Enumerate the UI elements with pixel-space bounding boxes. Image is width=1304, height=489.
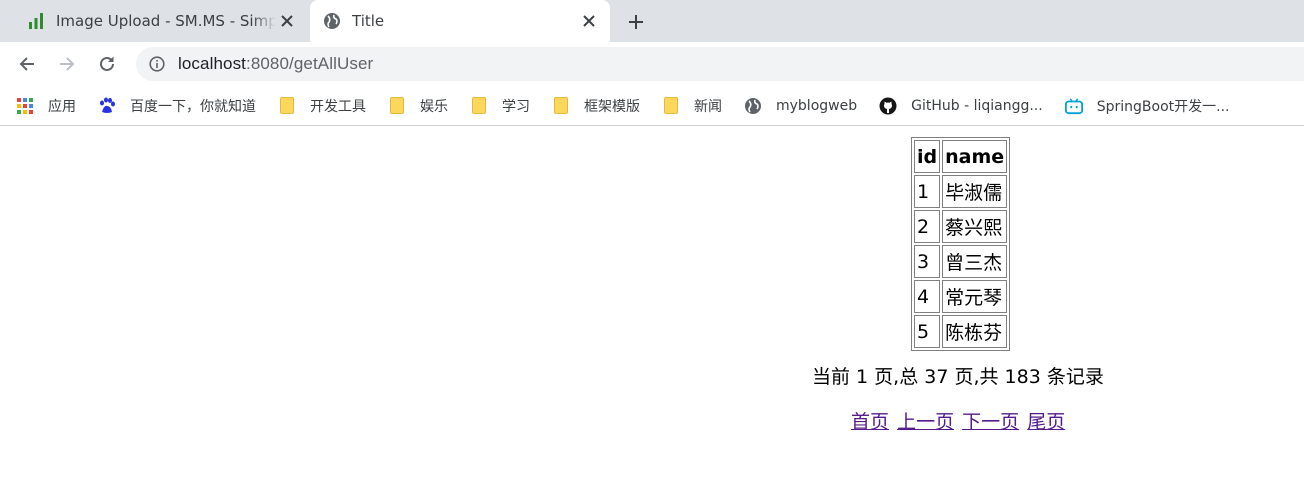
previous-page-link[interactable]: 上一页 (897, 411, 954, 433)
url-text: localhost:8080/getAllUser (178, 54, 373, 74)
cell-name: 蔡兴熙 (942, 210, 1008, 243)
github-icon (879, 97, 897, 115)
globe-icon (744, 97, 762, 115)
close-tab-icon[interactable] (578, 10, 600, 32)
table-row: 4 常元琴 (914, 280, 1008, 313)
bookmark-folder-entertainment[interactable]: 娱乐 (388, 96, 448, 116)
bookmark-folder-templates[interactable]: 框架模版 (552, 96, 640, 116)
baidu-paw-icon (98, 97, 116, 115)
bookmark-label: GitHub - liqiangg... (911, 97, 1043, 114)
cell-name: 陈栋芬 (942, 315, 1008, 348)
first-page-link[interactable]: 首页 (851, 411, 889, 433)
address-bar[interactable]: localhost:8080/getAllUser (136, 47, 1304, 81)
bookmark-folder-study[interactable]: 学习 (470, 96, 530, 116)
tab-title-page[interactable]: Title (310, 0, 610, 42)
cell-id: 4 (914, 280, 941, 313)
bookmarks-bar: 应用 百度一下，你就知道 开发工具 娱乐 学习 框架模版 新闻 myblogwe… (0, 86, 1304, 126)
users-table: id name 1 毕淑儒 2 蔡兴熙 3 曾三杰 4 常元琴 5 陈栋芬 (911, 137, 1011, 351)
cell-id: 2 (914, 210, 941, 243)
table-row: 5 陈栋芬 (914, 315, 1008, 348)
browser-toolbar: localhost:8080/getAllUser (0, 42, 1304, 86)
bookmark-bilibili[interactable]: SpringBoot开发一... (1064, 96, 1230, 116)
bookmark-folder-news[interactable]: 新闻 (662, 96, 722, 116)
reload-icon (100, 56, 114, 71)
arrow-right-icon (60, 57, 75, 71)
bookmark-label: 框架模版 (584, 98, 640, 115)
cell-id: 5 (914, 315, 941, 348)
url-path: :8080/getAllUser (246, 54, 374, 73)
apps-grid-icon (16, 97, 34, 115)
column-header-id: id (914, 140, 941, 173)
cell-id: 3 (914, 245, 941, 278)
last-page-link[interactable]: 尾页 (1027, 411, 1065, 433)
table-header-row: id name (914, 140, 1008, 173)
folder-icon (470, 97, 488, 115)
tab-image-upload[interactable]: Image Upload - SM.MS - Simple Free Image… (14, 0, 308, 42)
plus-icon (629, 15, 643, 29)
column-header-name: name (942, 140, 1008, 173)
table-row: 2 蔡兴熙 (914, 210, 1008, 243)
bookmark-github[interactable]: GitHub - liqiangg... (879, 97, 1043, 115)
pagination-links: 首页 上一页 下一页 尾页 (851, 407, 1067, 434)
bar-chart-icon (26, 11, 46, 31)
bookmark-label: 学习 (502, 98, 530, 115)
arrow-left-icon (19, 57, 34, 71)
bilibili-icon (1064, 97, 1083, 115)
pagination-summary: 当前 1 页,总 37 页,共 183 条记录 (812, 366, 1104, 388)
tab-title: Image Upload - SM.MS - Simple Free Image… (56, 12, 276, 30)
bookmark-label: 应用 (48, 98, 76, 115)
bookmark-folder-dev-tools[interactable]: 开发工具 (278, 96, 366, 116)
tab-strip: Image Upload - SM.MS - Simple Free Image… (0, 0, 1304, 42)
bookmark-label: myblogweb (776, 97, 858, 114)
tab-title: Title (352, 12, 385, 30)
new-tab-button[interactable] (622, 8, 650, 36)
cell-id: 1 (914, 175, 941, 208)
bookmark-baidu[interactable]: 百度一下，你就知道 (98, 96, 256, 116)
close-tab-icon[interactable] (276, 10, 298, 32)
cell-name: 曾三杰 (942, 245, 1008, 278)
next-page-link[interactable]: 下一页 (962, 411, 1019, 433)
reload-button[interactable] (93, 50, 121, 78)
page-content: id name 1 毕淑儒 2 蔡兴熙 3 曾三杰 4 常元琴 5 陈栋芬 当前… (0, 126, 1304, 487)
bookmark-apps[interactable]: 应用 (16, 96, 76, 116)
table-row: 3 曾三杰 (914, 245, 1008, 278)
bookmark-label: 新闻 (694, 98, 722, 115)
info-icon[interactable] (148, 55, 166, 73)
forward-button[interactable] (53, 50, 81, 78)
bookmark-label: 娱乐 (420, 98, 448, 115)
bookmark-myblogweb[interactable]: myblogweb (744, 97, 857, 115)
cell-name: 常元琴 (942, 280, 1008, 313)
folder-icon (388, 97, 406, 115)
back-button[interactable] (13, 50, 41, 78)
folder-icon (662, 97, 680, 115)
browser-window: Image Upload - SM.MS - Simple Free Image… (0, 0, 1304, 489)
url-host: localhost (178, 54, 246, 73)
globe-icon (322, 11, 342, 31)
cell-name: 毕淑儒 (942, 175, 1008, 208)
bookmark-label: 百度一下，你就知道 (130, 98, 256, 115)
table-row: 1 毕淑儒 (914, 175, 1008, 208)
bookmark-label: 开发工具 (310, 98, 366, 115)
folder-icon (552, 97, 570, 115)
bookmark-label: SpringBoot开发一... (1096, 98, 1230, 115)
folder-icon (278, 97, 296, 115)
